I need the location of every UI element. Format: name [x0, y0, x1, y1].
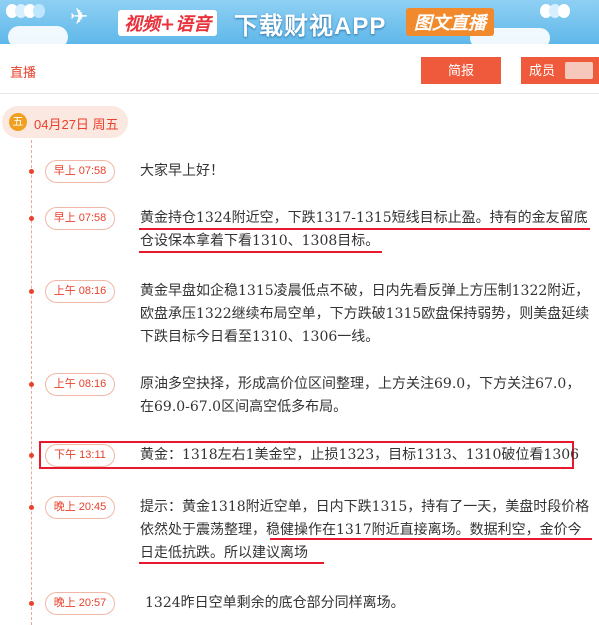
entry-time: 早上 07:58 [45, 160, 115, 183]
balloons-icon [6, 4, 45, 21]
weekday-badge: 五 [9, 113, 27, 131]
cloud-decoration [8, 26, 68, 44]
entry-time: 上午 08:16 [45, 373, 115, 396]
entry-text: 黄金：1318左右1美金空，止损1323，目标1313、1310破位看1306 [140, 447, 580, 463]
timeline-dot [29, 505, 34, 510]
entry-time: 晚上 20:45 [45, 496, 115, 519]
airplane-icon: ✈ [70, 4, 89, 29]
page-title: 直播 [10, 65, 37, 80]
entry-time: 上午 08:16 [45, 280, 115, 303]
timeline-dot [29, 169, 34, 174]
banner-slogan-main: 下载财视APP [234, 13, 387, 40]
timeline-dot [29, 289, 34, 294]
entry-time: 晚上 20:57 [45, 592, 115, 615]
download-app-banner[interactable]: ✈ 视频+语音 下载财视APP 图文直播 [0, 0, 599, 44]
entry-time: 下午 13:11 [45, 444, 115, 467]
member-button[interactable]: 成员 [521, 57, 599, 84]
timeline-dot [29, 453, 34, 458]
balloons-icon [540, 4, 570, 21]
entry-text: 大家早上好！ [140, 163, 224, 179]
redacted-member-count [565, 62, 593, 79]
timeline-dot [29, 382, 34, 387]
annotation-underline [270, 538, 592, 540]
entry-text: 黄金早盘如企稳1315凌晨低点不破，日内先看反弹上方压制1322附近，欧盘承压1… [140, 283, 590, 345]
annotation-underline [139, 562, 324, 564]
annotation-underline [139, 251, 382, 253]
date-header: 五 04月27日 周五 [2, 106, 128, 138]
entry-text: 黄金持仓1324附近空，下跌1317-1315短线目标止盈。持有的金友留底仓设保… [140, 210, 588, 249]
header-bar: 直播 简报 成员 [0, 44, 599, 94]
brief-button[interactable]: 简报 [421, 57, 501, 84]
entry-text: 原油多空抉择，形成高价位区间整理，上方关注69.0，下方关注67.0，在69.0… [140, 376, 581, 415]
annotation-underline [139, 228, 590, 230]
entry-text: 1324昨日空单剩余的底仓部分同样离场。 [145, 595, 405, 611]
entry-text: 提示：黄金1318附近空单，日内下跌1315，持有了一天，美盘时段价格依然处于震… [140, 499, 590, 561]
banner-slogan-left: 视频+语音 [118, 10, 218, 36]
member-button-label: 成员 [529, 63, 556, 78]
entry-time: 早上 07:58 [45, 207, 115, 230]
timeline-dot [29, 601, 34, 606]
date-text: 04月27日 周五 [34, 117, 119, 132]
banner-slogan-right: 图文直播 [406, 8, 494, 36]
timeline-dot [29, 216, 34, 221]
